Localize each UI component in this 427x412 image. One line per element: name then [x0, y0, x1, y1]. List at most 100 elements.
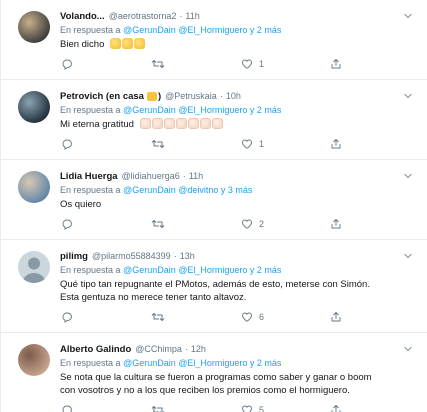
timestamp[interactable]: 13h	[180, 250, 195, 263]
reply-context: En respuesta a @GerunDain @El_Hormiguero…	[60, 357, 417, 370]
tweet-actions: 5	[60, 397, 417, 412]
reply-context: En respuesta a @GerunDain @deivitno y 3 …	[60, 184, 417, 197]
separator-dot: ·	[179, 11, 183, 21]
tweet-header: pilimg @pilarmo55884399 · 13h	[60, 250, 417, 263]
share-button[interactable]	[330, 218, 342, 230]
reply-to-link[interactable]: @GerunDain @El_Hormiguero y 2 más	[123, 358, 281, 368]
retweet-button[interactable]	[151, 404, 171, 412]
reply-button[interactable]	[61, 404, 79, 412]
like-count: 1	[259, 59, 265, 69]
display-name[interactable]: Petrovich (en casa	[60, 90, 144, 103]
retweet-icon	[151, 404, 165, 412]
tweet-actions: 6	[60, 304, 417, 332]
retweet-icon	[151, 218, 165, 230]
like-button[interactable]: 5	[241, 404, 264, 412]
reply-to-link[interactable]: @GerunDain @El_Hormiguero y 2 más	[123, 25, 281, 35]
reply-icon	[61, 311, 73, 323]
retweet-icon	[151, 58, 165, 70]
tweet-text: Se nota que la cultura se fueron a progr…	[60, 371, 417, 397]
avatar[interactable]	[18, 251, 50, 283]
share-button[interactable]	[330, 138, 342, 150]
clapping-hands-light-icon	[199, 118, 211, 129]
display-name[interactable]: Volando...	[60, 10, 105, 23]
emoji-row	[110, 38, 146, 50]
tweet-text-body: Qué tipo tan repugnante el PMotos, ademá…	[60, 279, 370, 303]
chevron-down-icon[interactable]	[401, 169, 415, 183]
reply-icon	[61, 138, 73, 150]
like-button[interactable]: 2	[241, 218, 264, 230]
avatar[interactable]	[18, 171, 50, 203]
reply-button[interactable]	[61, 311, 79, 323]
user-handle[interactable]: @Petruskaia	[165, 90, 217, 103]
retweet-button[interactable]	[151, 311, 171, 323]
timestamp[interactable]: 11h	[189, 170, 203, 183]
tweet[interactable]: Petrovich (en casa ) @Petruskaia · 10h E…	[1, 80, 427, 160]
like-count: 6	[259, 312, 265, 322]
clapping-hands-icon	[122, 38, 134, 49]
separator-dot: ·	[184, 344, 188, 354]
retweet-button[interactable]	[151, 218, 171, 230]
house-emoji-icon	[146, 92, 157, 101]
tweet-text-body: Bien dicho	[60, 39, 105, 50]
emoji-row	[139, 118, 224, 130]
reply-to-link[interactable]: @GerunDain @deivitno y 3 más	[123, 185, 252, 195]
tweet-header: Alberto Galindo @CChimpa · 12h	[60, 343, 417, 356]
display-name[interactable]: pilimg	[60, 250, 88, 263]
clapping-hands-light-icon	[151, 118, 163, 129]
like-count: 2	[259, 219, 265, 229]
tweet-text: Qué tipo tan repugnante el PMotos, ademá…	[60, 278, 417, 304]
avatar[interactable]	[18, 11, 50, 43]
display-name[interactable]: Alberto Galindo	[60, 343, 131, 356]
clapping-hands-icon	[110, 38, 122, 49]
reply-button[interactable]	[61, 138, 79, 150]
share-icon	[330, 138, 342, 150]
share-button[interactable]	[330, 58, 342, 70]
reply-button[interactable]	[61, 218, 79, 230]
timestamp[interactable]: 11h	[185, 10, 199, 23]
tweet-header: Lidia Huerga @lidiahuerga6 · 11h	[60, 170, 417, 183]
timestamp[interactable]: 12h	[191, 343, 206, 356]
clapping-hands-light-icon	[175, 118, 187, 129]
tweet[interactable]: Alberto Galindo @CChimpa · 12h En respue…	[1, 333, 427, 412]
reply-prefix: En respuesta a	[60, 265, 121, 275]
heart-icon	[241, 218, 253, 230]
chevron-down-icon[interactable]	[401, 89, 415, 103]
tweet[interactable]: Volando... @aerotrastorna2 · 11h En resp…	[1, 0, 427, 80]
heart-icon	[241, 138, 253, 150]
display-name[interactable]: Lidia Huerga	[60, 170, 118, 183]
retweet-button[interactable]	[151, 58, 171, 70]
user-handle[interactable]: @CChimpa	[135, 343, 182, 356]
reply-to-link[interactable]: @GerunDain @El_Hormiguero y 2 más	[123, 265, 281, 275]
separator-dot: ·	[182, 171, 186, 181]
heart-icon	[241, 58, 253, 70]
chevron-down-icon[interactable]	[401, 249, 415, 263]
clapping-hands-icon	[134, 38, 146, 49]
tweet-text-body: Os quiero	[60, 199, 102, 210]
reply-prefix: En respuesta a	[60, 358, 121, 368]
tweet-actions: 1	[60, 51, 417, 79]
avatar[interactable]	[18, 344, 50, 376]
tweet[interactable]: Lidia Huerga @lidiahuerga6 · 11h En resp…	[1, 160, 427, 240]
share-button[interactable]	[330, 404, 342, 412]
share-button[interactable]	[330, 311, 342, 323]
reply-to-link[interactable]: @GerunDain @El_Hormiguero y 2 más	[123, 105, 281, 115]
timestamp[interactable]: 10h	[226, 90, 241, 103]
user-handle[interactable]: @aerotrastorna2	[109, 10, 177, 23]
reply-icon	[61, 404, 73, 412]
tweet[interactable]: pilimg @pilarmo55884399 · 13h En respues…	[1, 240, 427, 333]
default-avatar-icon	[22, 257, 46, 283]
display-name-suffix: )	[157, 91, 162, 102]
like-count: 1	[259, 139, 265, 149]
reply-button[interactable]	[61, 58, 79, 70]
user-handle[interactable]: @lidiahuerga6	[122, 170, 180, 183]
tweet-text-body: Mi eterna gratitud	[60, 119, 134, 130]
retweet-button[interactable]	[151, 138, 171, 150]
like-button[interactable]: 6	[241, 311, 264, 323]
like-button[interactable]: 1	[241, 58, 264, 70]
avatar[interactable]	[18, 91, 50, 123]
chevron-down-icon[interactable]	[401, 9, 415, 23]
like-button[interactable]: 1	[241, 138, 264, 150]
like-count: 5	[259, 405, 265, 412]
chevron-down-icon[interactable]	[401, 342, 415, 356]
user-handle[interactable]: @pilarmo55884399	[92, 250, 171, 263]
